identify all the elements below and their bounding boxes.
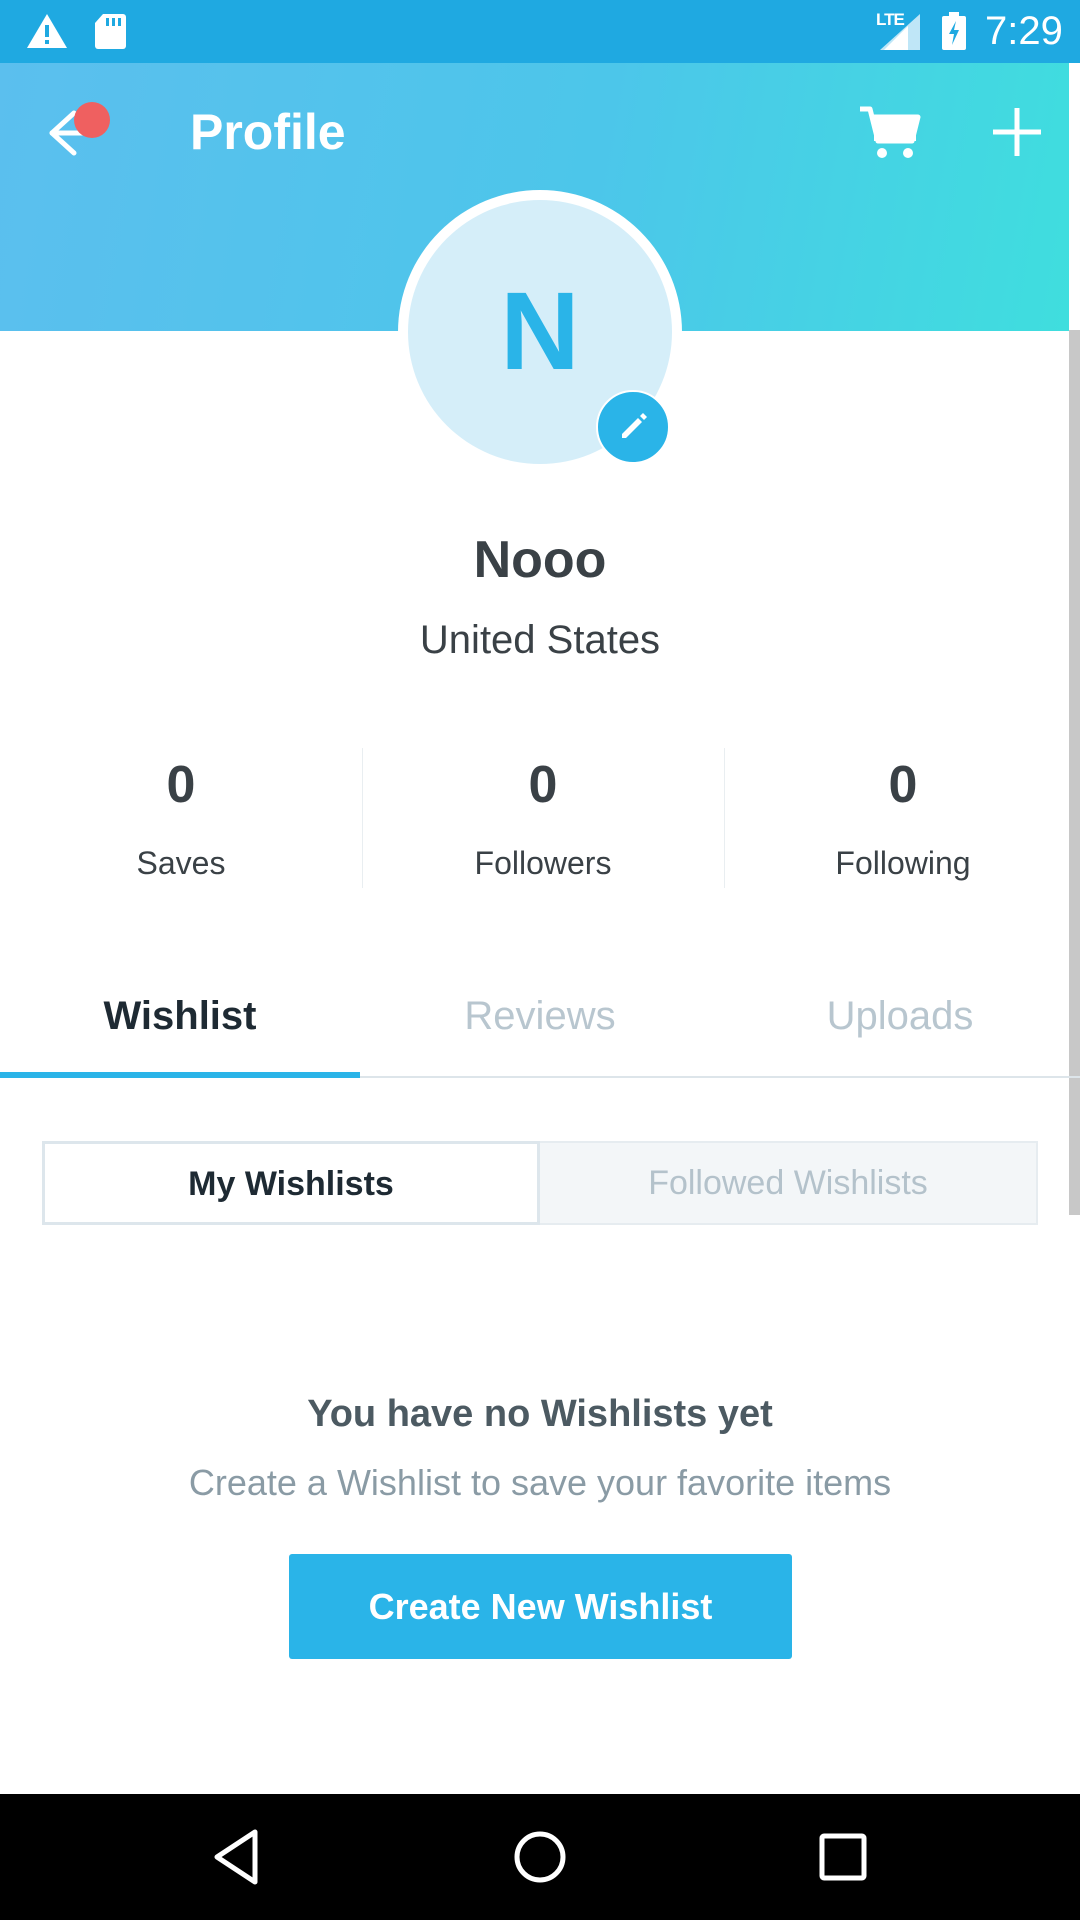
stat-value: 0 — [166, 756, 196, 814]
segment-followed-wishlists[interactable]: Followed Wishlists — [540, 1141, 1038, 1225]
create-wishlist-button[interactable]: Create New Wishlist — [289, 1554, 792, 1659]
stat-following[interactable]: 0 Following — [722, 740, 1080, 890]
page-title: Profile — [190, 104, 346, 160]
status-bar: LTE 7:29 — [0, 0, 1080, 63]
warning-icon — [27, 14, 67, 48]
stat-saves[interactable]: 0 Saves — [0, 740, 362, 890]
signal-icon — [880, 14, 920, 50]
recents-square-icon[interactable] — [810, 1824, 876, 1890]
profile-tabs: Wishlist Reviews Uploads — [0, 960, 1080, 1078]
home-circle-icon[interactable] — [507, 1824, 573, 1890]
profile-stats: 0 Saves 0 Followers 0 Following — [0, 740, 1080, 890]
edit-avatar-button[interactable] — [596, 390, 670, 464]
stat-label: Followers — [474, 845, 612, 881]
battery-charging-icon — [942, 12, 966, 50]
stat-label: Saves — [136, 845, 226, 881]
cart-icon[interactable] — [858, 103, 922, 163]
notification-dot — [74, 102, 110, 138]
wishlist-segmented-control: My Wishlists Followed Wishlists — [42, 1141, 1038, 1225]
empty-state-title: You have no Wishlists yet — [307, 1393, 773, 1435]
segment-my-wishlists[interactable]: My Wishlists — [42, 1141, 540, 1225]
stat-label: Following — [835, 845, 971, 881]
pencil-icon — [622, 413, 647, 438]
empty-state-subtitle: Create a Wishlist to save your favorite … — [188, 1462, 892, 1503]
back-triangle-icon[interactable] — [205, 1824, 271, 1890]
plus-icon[interactable] — [990, 105, 1044, 159]
stat-value: 0 — [528, 756, 558, 814]
active-tab-indicator — [0, 1072, 360, 1078]
clock: 7:29 — [985, 9, 1063, 53]
tab-wishlist[interactable]: Wishlist — [0, 960, 360, 1072]
user-location: United States — [419, 618, 661, 662]
sd-card-icon — [95, 14, 126, 49]
user-name: Nooo — [473, 531, 607, 589]
system-nav-bar — [0, 1794, 1080, 1920]
stat-followers[interactable]: 0 Followers — [362, 740, 724, 890]
tab-reviews[interactable]: Reviews — [360, 960, 720, 1072]
tab-uploads[interactable]: Uploads — [720, 960, 1080, 1072]
stat-value: 0 — [888, 756, 918, 814]
